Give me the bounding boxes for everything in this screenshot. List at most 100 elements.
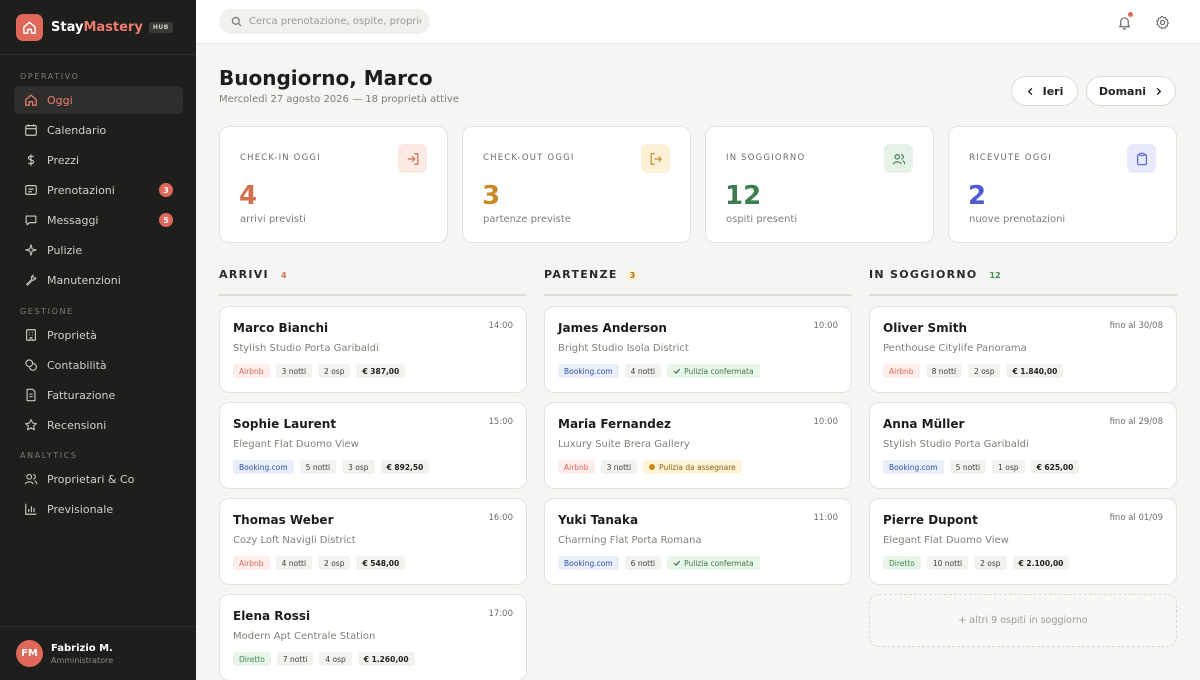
prenotazioni-badge: 3 bbox=[159, 183, 173, 197]
property-name: Luxury Suite Brera Gallery bbox=[558, 439, 690, 450]
channel-badge: Diretto bbox=[233, 652, 271, 666]
sidebar-item-label: Manutenzioni bbox=[47, 273, 121, 287]
more-guests-link[interactable]: + altri 9 ospiti in soggiorno bbox=[869, 594, 1177, 647]
brand[interactable]: StayMastery HUB bbox=[0, 0, 196, 55]
guest-name: Thomas Weber bbox=[233, 513, 334, 527]
sidebar-item-messaggi[interactable]: Messaggi 5 bbox=[14, 206, 183, 234]
channel-badge: Airbnb bbox=[233, 364, 270, 378]
kpi-card-checkin[interactable]: CHECK-IN OGGI 4 arrivi previsti bbox=[219, 126, 448, 243]
search-icon bbox=[231, 16, 242, 27]
sidebar-item-proprietari[interactable]: Proprietari & Co bbox=[14, 465, 183, 493]
property-name: Elegant Flat Duomo View bbox=[233, 439, 359, 450]
topbar bbox=[196, 0, 1200, 44]
sidebar-item-recensioni[interactable]: Recensioni bbox=[14, 411, 183, 439]
star-icon bbox=[25, 419, 37, 431]
cleaning-status-label: Pulizia confermata bbox=[684, 366, 754, 376]
settings-button[interactable] bbox=[1152, 12, 1172, 32]
notification-dot bbox=[1128, 12, 1133, 17]
stay-card[interactable]: Oliver Smith fino al 30/08 Penthouse Cit… bbox=[869, 306, 1177, 393]
arrival-card[interactable]: Sophie Laurent 15:00 Elegant Flat Duomo … bbox=[219, 402, 527, 489]
kpi-label: CHECK-IN OGGI bbox=[240, 153, 321, 163]
arrival-card[interactable]: Elena Rossi 17:00 Modern Apt Centrale St… bbox=[219, 594, 527, 680]
amount-badge: € 2.100,00 bbox=[1012, 556, 1070, 570]
sidebar-item-contabilita[interactable]: Contabilità bbox=[14, 351, 183, 379]
amount-badge: € 892,50 bbox=[380, 460, 430, 474]
kpi-value: 2 bbox=[968, 181, 987, 211]
sidebar-item-prezzi[interactable]: Prezzi bbox=[14, 146, 183, 174]
departure-card[interactable]: James Anderson 10:00 Bright Studio Isola… bbox=[544, 306, 852, 393]
sidebar-item-calendario[interactable]: Calendario bbox=[14, 116, 183, 144]
stay-card[interactable]: Pierre Dupont fino al 01/09 Elegant Flat… bbox=[869, 498, 1177, 585]
login-icon bbox=[398, 144, 427, 173]
arrival-card[interactable]: Marco Bianchi 14:00 Stylish Studio Porta… bbox=[219, 306, 527, 393]
sidebar-item-proprieta[interactable]: Proprietà bbox=[14, 321, 183, 349]
check-icon bbox=[673, 368, 681, 374]
page-subtitle: Mercoledì 27 agosto 2026 — 18 proprietà … bbox=[219, 94, 459, 105]
kpi-card-checkout[interactable]: CHECK-OUT OGGI 3 partenze previste bbox=[462, 126, 691, 243]
sidebar-item-previsionale[interactable]: Previsionale bbox=[14, 495, 183, 523]
home-icon bbox=[25, 94, 37, 106]
channel-badge: Booking.com bbox=[233, 460, 294, 474]
arrival-card[interactable]: Thomas Weber 16:00 Cozy Loft Navigli Dis… bbox=[219, 498, 527, 585]
kpi-card-in-soggiorno[interactable]: IN SOGGIORNO 12 ospiti presenti bbox=[705, 126, 934, 243]
sidebar-item-label: Pulizie bbox=[47, 243, 83, 257]
guests-badge: 3 osp bbox=[342, 460, 375, 474]
amount-badge: € 548,00 bbox=[356, 556, 406, 570]
section-label-analytics: ANALYTICS bbox=[20, 451, 78, 460]
column-title: PARTENZE bbox=[544, 268, 618, 281]
arrival-time: 14:00 bbox=[488, 321, 514, 331]
nights-badge: 3 notti bbox=[275, 364, 313, 378]
users-icon bbox=[24, 473, 38, 485]
arrival-time: 17:00 bbox=[488, 609, 514, 619]
kpi-subtitle: partenze previste bbox=[483, 214, 571, 225]
departure-time: 11:00 bbox=[813, 513, 839, 523]
sidebar-item-fatturazione[interactable]: Fatturazione bbox=[14, 381, 183, 409]
channel-badge: Airbnb bbox=[558, 460, 595, 474]
logo-home-icon bbox=[16, 13, 43, 41]
previous-day-button[interactable]: Ieri bbox=[1011, 76, 1078, 106]
departure-time: 10:00 bbox=[813, 321, 839, 331]
coins-icon bbox=[25, 359, 37, 371]
channel-badge: Airbnb bbox=[233, 556, 270, 570]
cleaning-status-badge[interactable]: Pulizia da assegnare bbox=[643, 460, 742, 474]
sidebar: StayMastery HUB OPERATIVO Oggi Calendari… bbox=[0, 0, 196, 680]
notifications-button[interactable] bbox=[1114, 12, 1134, 32]
guest-name: Pierre Dupont bbox=[883, 513, 978, 527]
sidebar-item-pulizie[interactable]: Pulizie bbox=[14, 236, 183, 264]
property-name: Charming Flat Porta Romana bbox=[558, 535, 702, 546]
nights-badge: 4 notti bbox=[624, 364, 662, 378]
column-count: 12 bbox=[989, 271, 1001, 280]
search-box[interactable] bbox=[219, 9, 430, 34]
departure-card[interactable]: Maria Fernandez 10:00 Luxury Suite Brera… bbox=[544, 402, 852, 489]
partenze-header: PARTENZE 3 bbox=[544, 268, 852, 296]
search-input[interactable] bbox=[249, 16, 421, 27]
cleaning-status-badge: Pulizia confermata bbox=[667, 364, 760, 378]
amount-badge: € 1.840,00 bbox=[1006, 364, 1064, 378]
logout-icon bbox=[641, 144, 670, 173]
sidebar-item-manutenzioni[interactable]: Manutenzioni bbox=[14, 266, 183, 294]
stay-card[interactable]: Anna Müller fino al 29/08 Stylish Studio… bbox=[869, 402, 1177, 489]
status-dot-icon bbox=[649, 464, 656, 470]
bar-chart-icon bbox=[25, 503, 37, 515]
cleaning-status-label: Pulizia confermata bbox=[684, 558, 754, 568]
previous-day-label: Ieri bbox=[1042, 84, 1064, 98]
user-profile[interactable]: FM Fabrizio M. Amministratore bbox=[0, 626, 196, 680]
nights-badge: 5 notti bbox=[949, 460, 987, 474]
guest-name: James Anderson bbox=[558, 321, 667, 335]
stay-until: fino al 29/08 bbox=[1109, 417, 1163, 427]
stay-until: fino al 30/08 bbox=[1109, 321, 1163, 331]
arrival-time: 16:00 bbox=[488, 513, 514, 523]
column-count: 3 bbox=[625, 270, 640, 281]
kpi-card-ricevute[interactable]: RICEVUTE OGGI 2 nuove prenotazioni bbox=[948, 126, 1177, 243]
arrival-time: 15:00 bbox=[488, 417, 514, 427]
gear-icon bbox=[1155, 15, 1169, 29]
guest-name: Anna Müller bbox=[883, 417, 965, 431]
departure-card[interactable]: Yuki Tanaka 11:00 Charming Flat Porta Ro… bbox=[544, 498, 852, 585]
guests-badge: 2 osp bbox=[318, 364, 351, 378]
guests-badge: 2 osp bbox=[318, 556, 351, 570]
guest-name: Sophie Laurent bbox=[233, 417, 337, 431]
property-name: Penthouse Citylife Panorama bbox=[883, 343, 1027, 354]
sidebar-item-prenotazioni[interactable]: Prenotazioni 3 bbox=[14, 176, 183, 204]
next-day-button[interactable]: Domani bbox=[1086, 76, 1176, 106]
sidebar-item-oggi[interactable]: Oggi bbox=[14, 86, 183, 114]
